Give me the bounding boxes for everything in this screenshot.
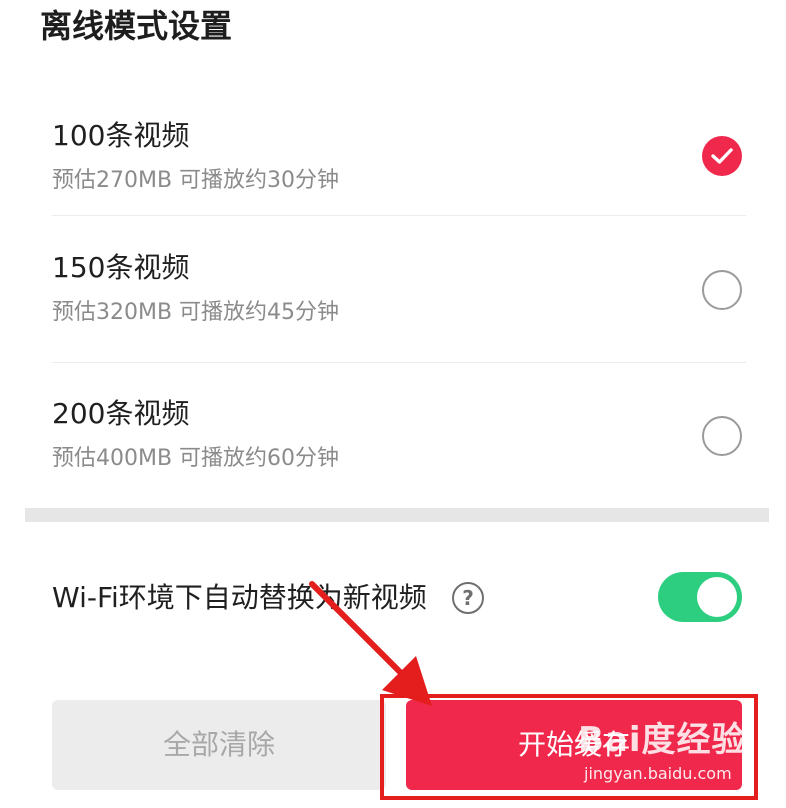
offline-settings-screen: 离线模式设置 100条视频 预估270MB 可播放约30分钟 150条视频 预估… [0, 0, 786, 808]
watermark-logo: Bai度经验 [578, 720, 747, 760]
annotation-arrow-icon [309, 581, 432, 706]
watermark-url: jingyan.baidu.com [584, 764, 732, 783]
baidu-jingyan-watermark: Bai度经验 jingyan.baidu.com [578, 712, 778, 802]
